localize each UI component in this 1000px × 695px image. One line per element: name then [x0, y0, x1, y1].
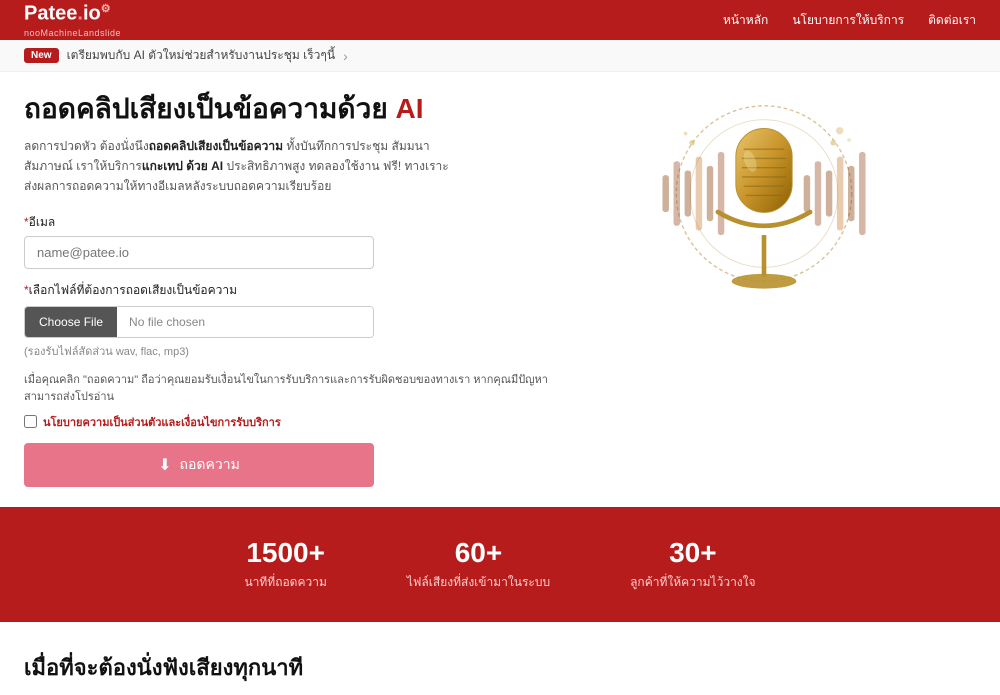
chevron-right-icon: › — [343, 48, 348, 64]
nav-links: หน้าหลัก นโยบายการให้บริการ ติดต่อเรา — [723, 11, 976, 30]
stat-files: 60+ ไฟล์เสียงที่ส่งเข้ามาในระบบ — [407, 537, 550, 592]
right-column — [604, 92, 924, 487]
file-label: *เลือกไฟล์ที่ต้องการถอดเสียงเป็นข้อความ — [24, 281, 584, 300]
stat-files-number: 60+ — [407, 537, 550, 569]
nav-home[interactable]: หน้าหลัก — [723, 11, 768, 30]
bottom-title: เมื่อที่จะต้องนั่งฟังเสียงทุกนาที — [24, 650, 976, 685]
mic-illustration — [624, 92, 904, 332]
stat-customers: 30+ ลูกค้าที่ให้ความไว้วางใจ — [630, 537, 755, 592]
main-section: ถอดคลิปเสียงเป็นข้อความด้วย AI ลดการปวดห… — [0, 72, 1000, 487]
stat-customers-label: ลูกค้าที่ให้ความไว้วางใจ — [630, 573, 755, 592]
transcribe-button[interactable]: ⬇ ถอดความ — [24, 443, 374, 487]
hero-image — [624, 92, 904, 332]
banner-text: เตรียมพบกับ AI ตัวใหม่ช่วยสำหรับงานประชุ… — [67, 46, 336, 65]
terms-link[interactable]: นโยบายความเป็นส่วนตัวและเงื่อนไขการรับบร… — [43, 413, 281, 431]
file-chosen-text: No file chosen — [117, 307, 373, 337]
stat-minutes: 1500+ นาทีที่ถอดความ — [244, 537, 326, 592]
nav-contact[interactable]: ติดต่อเรา — [928, 11, 976, 30]
checkbox-row: นโยบายความเป็นส่วนตัวและเงื่อนไขการรับบร… — [24, 413, 584, 431]
transcribe-btn-label: ถอดความ — [180, 454, 240, 476]
stat-minutes-number: 1500+ — [244, 537, 326, 569]
ai-highlight: AI — [396, 93, 424, 124]
download-icon: ⬇ — [158, 455, 171, 475]
nav-policy[interactable]: นโยบายการให้บริการ — [792, 11, 904, 30]
file-input-row: Choose File No file chosen — [24, 306, 374, 338]
stat-minutes-label: นาทีที่ถอดความ — [244, 573, 326, 592]
logo-text: Patee.io⚙ — [24, 2, 121, 26]
email-field[interactable] — [24, 236, 374, 269]
stats-section: 1500+ นาทีที่ถอดความ 60+ ไฟล์เสียงที่ส่ง… — [0, 507, 1000, 622]
file-hint: (รองรับไฟล์สัดส่วน wav, flac, mp3) — [24, 342, 584, 360]
logo: Patee.io⚙ nooMachineLandslide — [24, 2, 121, 38]
description: ลดการปวดหัว ต้องนั่งนึงถอดคลิปเสียงเป็นข… — [24, 136, 584, 197]
email-label: *อีเมล — [24, 213, 584, 232]
choose-file-button[interactable]: Choose File — [25, 307, 117, 337]
bottom-section: เมื่อที่จะต้องนั่งฟังเสียงทุกนาที — [0, 622, 1000, 695]
banner: New เตรียมพบกับ AI ตัวใหม่ช่วยสำหรับงานป… — [0, 40, 1000, 72]
navbar: Patee.io⚙ nooMachineLandslide หน้าหลัก น… — [0, 0, 1000, 40]
terms-row: เมื่อคุณคลิก "ถอดความ" ถือว่าคุณยอมรับเง… — [24, 372, 584, 407]
page-title: ถอดคลิปเสียงเป็นข้อความด้วย AI — [24, 92, 584, 126]
left-column: ถอดคลิปเสียงเป็นข้อความด้วย AI ลดการปวดห… — [24, 92, 584, 487]
logo-sub: nooMachineLandslide — [24, 28, 121, 38]
terms-checkbox[interactable] — [24, 415, 37, 428]
stat-files-label: ไฟล์เสียงที่ส่งเข้ามาในระบบ — [407, 573, 550, 592]
stat-customers-number: 30+ — [630, 537, 755, 569]
new-badge: New — [24, 48, 59, 63]
